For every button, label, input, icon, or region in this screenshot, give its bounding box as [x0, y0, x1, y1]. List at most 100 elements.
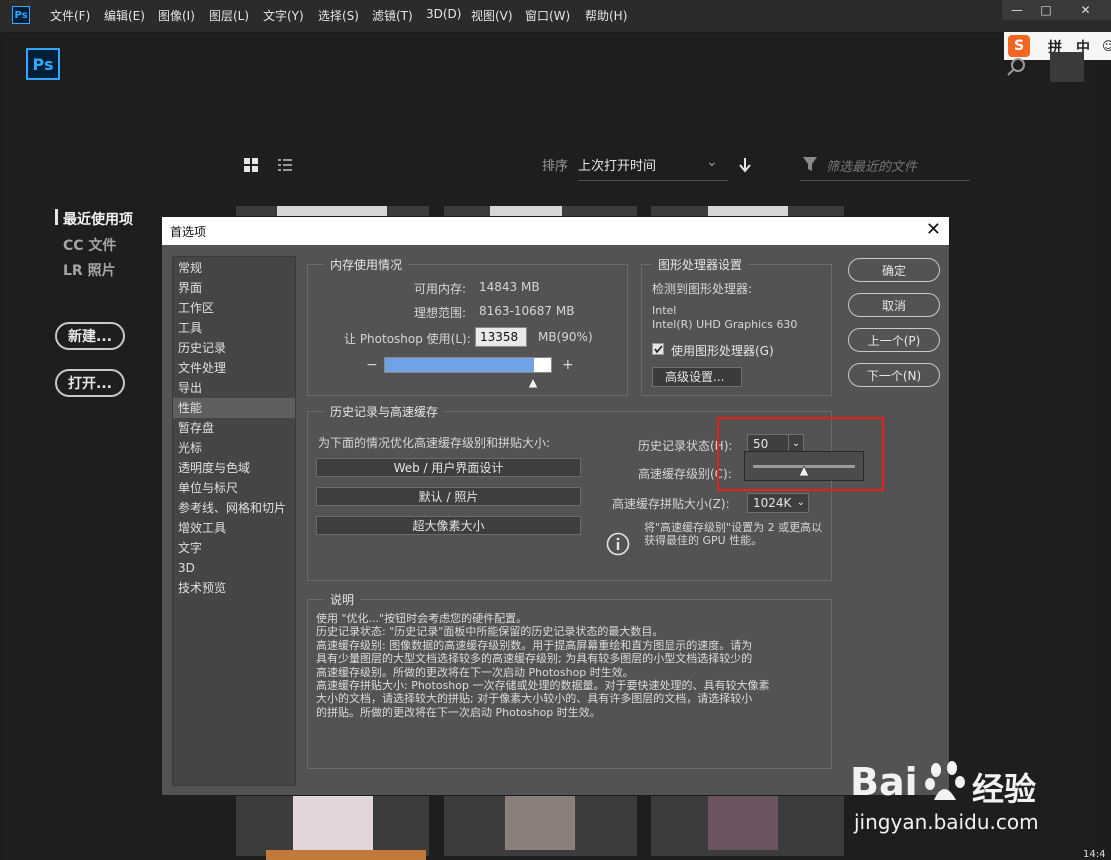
description-text: 使用 "优化..."按钮时会考虑您的硬件配置。 历史记录状态: "历史记录"面板… [316, 612, 826, 719]
taskbar-clock: 14:4 [1083, 849, 1106, 860]
category-guides[interactable]: 参考线、网格和切片 [173, 498, 295, 518]
description-line: 的拼贴。所做的更改将在下一次启动 Photoshop 时生效。 [316, 705, 601, 719]
category-history-log[interactable]: 历史记录 [173, 338, 295, 358]
close-icon[interactable]: ✕ [926, 219, 941, 240]
filter-placeholder: 筛选最近的文件 [826, 160, 918, 175]
category-plugins[interactable]: 增效工具 [173, 518, 295, 538]
category-performance[interactable]: 性能 [173, 398, 295, 418]
list-view-icon[interactable] [277, 157, 293, 173]
category-export[interactable]: 导出 [173, 378, 295, 398]
available-memory-label: 可用内存: [414, 282, 467, 296]
maximize-button[interactable]: □ [1031, 0, 1061, 20]
close-window-button[interactable]: ✕ [1060, 0, 1111, 20]
highlight-box [717, 417, 884, 491]
optimize-label: 为下面的情况优化高速缓存级别和拼贴大小: [318, 436, 551, 450]
open-button[interactable]: 打开... [55, 369, 125, 397]
account-avatar[interactable] [1050, 52, 1084, 82]
taskbar-app[interactable] [266, 850, 426, 860]
menu-image[interactable]: 图像(I) [158, 7, 195, 24]
preset-default-photo-button[interactable]: 默认 / 照片 [316, 487, 581, 506]
ok-button[interactable]: 确定 [848, 258, 940, 282]
menu-edit[interactable]: 编辑(E) [104, 7, 145, 24]
memory-unit-label: MB(90%) [538, 330, 593, 344]
minus-icon[interactable]: − [366, 357, 378, 373]
sidebar-item-recent[interactable]: 最近使用项 [63, 209, 133, 229]
grid-view-icon[interactable] [243, 157, 259, 173]
sort-label: 排序 [542, 159, 569, 174]
menu-3d[interactable]: 3D(D) [426, 7, 461, 21]
baidu-logo-text: Bai [850, 760, 918, 804]
minimize-button[interactable]: — [1002, 0, 1032, 20]
category-scratch-disks[interactable]: 暂存盘 [173, 418, 295, 438]
baidu-watermark: Bai 经验 jingyan.baidu.com [846, 760, 1106, 840]
previous-button[interactable]: 上一个(P) [848, 328, 940, 352]
recent-file-image [505, 796, 575, 850]
next-button[interactable]: 下一个(N) [848, 363, 940, 387]
dialog-title: 首选项 [170, 225, 207, 239]
category-units[interactable]: 单位与标尺 [173, 478, 295, 498]
description-title: 说明 [324, 591, 361, 608]
menu-file[interactable]: 文件(F) [50, 7, 90, 24]
menu-layer[interactable]: 图层(L) [209, 7, 249, 24]
cancel-button[interactable]: 取消 [848, 293, 940, 317]
category-workspace[interactable]: 工作区 [173, 298, 295, 318]
use-gpu-checkbox[interactable] [652, 343, 664, 355]
sidebar-item-lr-photos[interactable]: LR 照片 [63, 260, 116, 280]
history-cache-title: 历史记录与高速缓存 [324, 403, 445, 420]
category-tech-preview[interactable]: 技术预览 [173, 578, 295, 598]
category-interface[interactable]: 界面 [173, 278, 295, 298]
gpu-vendor: Intel [652, 304, 677, 317]
memory-slider[interactable] [384, 357, 552, 373]
baidu-url: jingyan.baidu.com [854, 810, 1039, 834]
description-line: 大小的文档，请选择较大的拼贴; 对于像素大小较小的、具有许多图层的文档，请选择较… [316, 692, 753, 706]
active-indicator [55, 209, 58, 225]
memory-usage-title: 内存使用情况 [324, 256, 409, 273]
cache-tile-size-select[interactable]: 1024K ⌄ [747, 493, 809, 513]
chevron-down-icon: ⌄ [706, 154, 718, 170]
description-line: 具有少量图层的大型文档选择较多的高速缓存级别; 为具有较多图层的小型文档选择较少… [316, 652, 753, 666]
recent-file-thumbnail[interactable] [708, 206, 788, 216]
menu-type[interactable]: 文字(Y) [263, 7, 304, 24]
ideal-range-value: 8163-10687 MB [479, 304, 575, 318]
plus-icon[interactable]: + [562, 357, 574, 373]
category-general[interactable]: 常规 [173, 258, 295, 278]
description-line: 高速缓存拼贴大小: Photoshop 一次存储或处理的数据量。对于要快速处理的… [316, 679, 770, 693]
description-group: 说明 使用 "优化..."按钮时会考虑您的硬件配置。 历史记录状态: "历史记录… [307, 591, 832, 769]
memory-amount-input[interactable]: 13358 [475, 327, 527, 347]
preset-huge-pixel-button[interactable]: 超大像素大小 [316, 516, 581, 535]
advanced-settings-button[interactable]: 高级设置... [652, 367, 742, 387]
recent-file-thumbnail[interactable] [490, 206, 562, 216]
category-file-handling[interactable]: 文件处理 [173, 358, 295, 378]
gpu-settings-title: 图形处理器设置 [652, 256, 749, 273]
search-icon[interactable] [1004, 56, 1028, 80]
photoshop-logo: Ps [26, 48, 60, 80]
sort-dropdown[interactable]: 上次打开时间 ⌄ [578, 150, 728, 181]
use-gpu-label[interactable]: 使用图形处理器(G) [671, 342, 774, 359]
new-button[interactable]: 新建... [55, 322, 125, 350]
menu-view[interactable]: 视图(V) [471, 7, 513, 24]
category-transparency[interactable]: 透明度与色域 [173, 458, 295, 478]
sogou-icon: S [1008, 35, 1030, 57]
recent-file-thumbnail[interactable] [277, 206, 387, 216]
category-3d[interactable]: 3D [173, 558, 295, 578]
preferences-dialog: 首选项 ✕ 常规 界面 工作区 工具 历史记录 文件处理 导出 性能 暂存盘 光… [161, 216, 950, 796]
category-cursors[interactable]: 光标 [173, 438, 295, 458]
sidebar-item-cc-files[interactable]: CC 文件 [63, 235, 116, 255]
category-tools[interactable]: 工具 [173, 318, 295, 338]
ideal-range-label: 理想范围: [414, 306, 467, 320]
preset-web-ui-button[interactable]: Web / 用户界面设计 [316, 458, 581, 477]
baidu-jingyan-text: 经验 [972, 770, 1037, 808]
menu-help[interactable]: 帮助(H) [585, 7, 627, 24]
menu-select[interactable]: 选择(S) [318, 7, 359, 24]
menu-window[interactable]: 窗口(W) [525, 7, 570, 24]
description-line: 高速缓存级别。所做的更改将在下一次启动 Photoshop 时生效。 [316, 665, 634, 679]
sort-direction-icon[interactable] [738, 156, 752, 174]
sort-value: 上次打开时间 [578, 159, 657, 174]
description-line: 历史记录状态: "历史记录"面板中所能保留的历史记录状态的最大数目。 [316, 625, 664, 639]
memory-slider-thumb[interactable] [527, 373, 540, 389]
category-type[interactable]: 文字 [173, 538, 295, 558]
menu-filter[interactable]: 滤镜(T) [372, 7, 413, 24]
cache-tip-text: 将"高速缓存级别"设置为 2 或更高以获得最佳的 GPU 性能。 [644, 521, 823, 547]
gpu-settings-group: 图形处理器设置 检测到图形处理器: Intel Intel(R) UHD Gra… [641, 256, 832, 396]
filter-recent-input[interactable]: 筛选最近的文件 [800, 150, 970, 181]
